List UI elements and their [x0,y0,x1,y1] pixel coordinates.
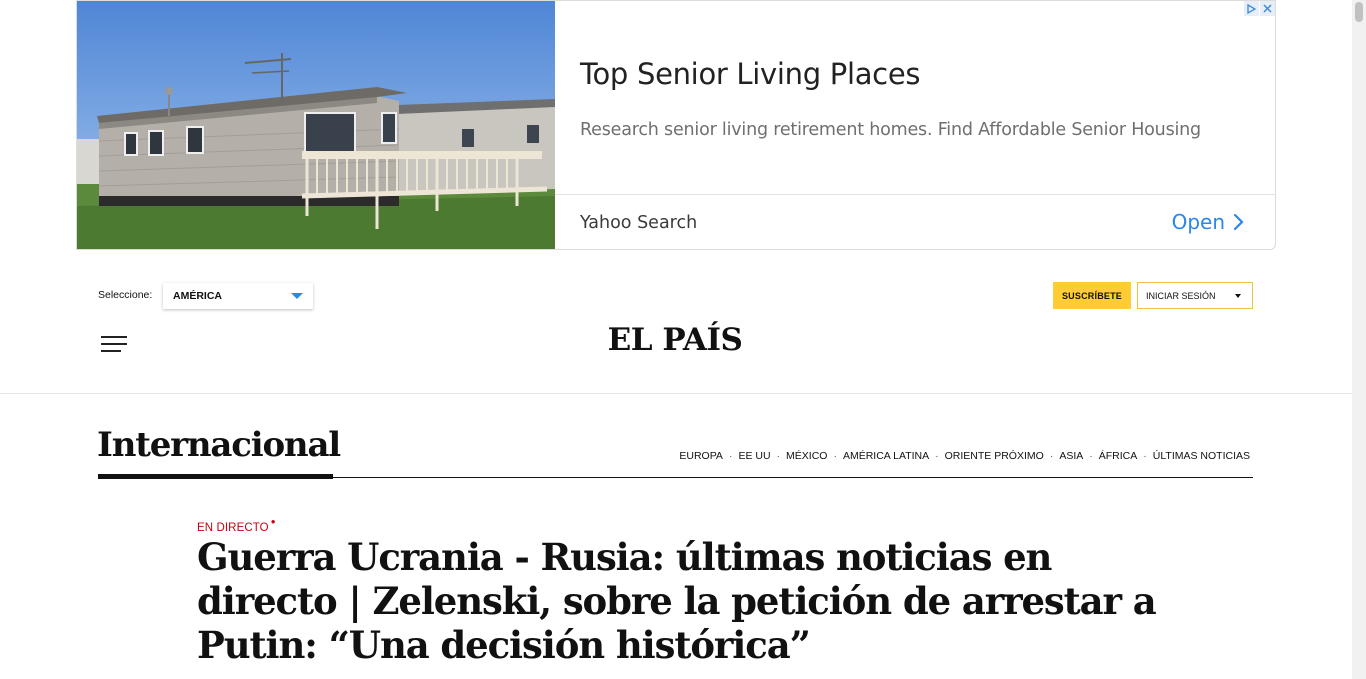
login-button[interactable]: INICIAR SESIÓN [1137,282,1253,309]
nav-link-america-latina[interactable]: AMÉRICA LATINA [843,450,929,462]
ad-title[interactable]: Top Senior Living Places [580,57,920,91]
edition-select[interactable]: AMÉRICA [163,283,313,309]
live-kicker: EN DIRECTO● [197,517,276,534]
nav-separator: · [1143,450,1147,462]
scrollbar-thumb[interactable] [1355,2,1363,22]
login-label: INICIAR SESIÓN [1146,290,1216,301]
nav-link-oriente-proximo[interactable]: ORIENTE PRÓXIMO [945,450,1044,462]
nav-separator: · [1049,450,1054,462]
nav-separator: · [935,450,939,462]
nav-link-ee-uu[interactable]: EE UU [738,450,770,462]
ad-badges [1243,1,1275,16]
nav-separator: · [728,450,733,462]
ad-banner[interactable]: Top Senior Living Places Research senior… [76,0,1276,250]
live-dot-icon: ● [270,517,276,526]
section-nav: EUROPA · EE UU · MÉXICO · AMÉRICA LATINA… [679,450,1250,462]
ad-open-label: Open [1171,210,1225,234]
nav-separator: · [1089,450,1093,462]
nav-separator: · [833,450,837,462]
edition-select-value: AMÉRICA [173,290,222,302]
nav-link-ultimas-noticias[interactable]: ÚLTIMAS NOTICIAS [1153,450,1250,462]
chevron-right-icon [1233,213,1244,231]
nav-link-africa[interactable]: ÁFRICA [1099,450,1138,462]
ad-description[interactable]: Research senior living retirement homes.… [580,120,1201,140]
live-kicker-label: EN DIRECTO [197,521,269,534]
ad-open-button[interactable]: Open [1172,210,1245,234]
nav-link-asia[interactable]: ASIA [1059,450,1083,462]
close-ad-icon[interactable] [1260,1,1275,16]
nav-separator: · [776,450,781,462]
subscribe-button[interactable]: SUSCRÍBETE [1053,282,1131,309]
ad-source[interactable]: Yahoo Search [580,213,697,233]
header-divider [0,393,1352,394]
nav-link-europa[interactable]: EUROPA [679,450,723,462]
site-logo[interactable]: EL PAÍS [0,322,1350,358]
mobile-home-photo [77,1,555,249]
edition-select-label: Seleccione: [98,289,153,301]
caret-down-icon [291,293,303,299]
article-headline[interactable]: Guerra Ucrania - Rusia: últimas noticias… [197,535,1157,667]
section-title-underline [98,474,333,479]
adchoices-icon[interactable] [1244,1,1259,16]
scrollbar[interactable] [1352,0,1366,679]
ad-footer: Yahoo Search Open [555,194,1275,249]
ad-image[interactable] [77,1,555,249]
nav-link-mexico[interactable]: MÉXICO [786,450,827,462]
caret-down-icon [1235,294,1241,298]
section-title[interactable]: Internacional [97,425,341,465]
